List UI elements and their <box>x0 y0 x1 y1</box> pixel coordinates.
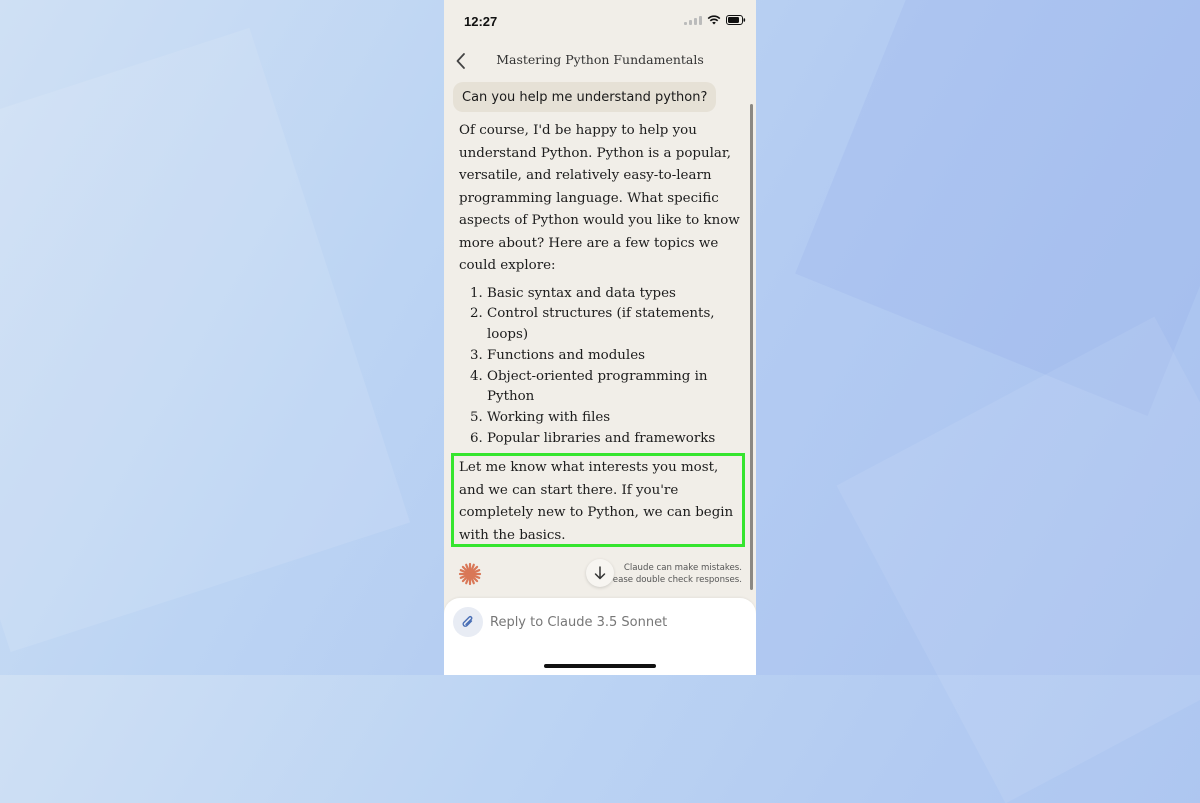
claude-logo-icon <box>458 562 482 586</box>
nav-bar: Mastering Python Fundamentals <box>444 44 756 78</box>
list-item: Popular libraries and frameworks <box>487 429 745 450</box>
background-shape <box>0 27 411 653</box>
composer <box>444 598 756 675</box>
wifi-icon <box>707 15 721 25</box>
background-shape <box>836 316 1200 803</box>
status-icons <box>684 15 746 25</box>
disclaimer-line: Claude can make mistakes. <box>623 563 742 573</box>
list-item: Working with files <box>487 408 745 429</box>
back-button[interactable] <box>448 48 474 74</box>
disclaimer-text: Claude can make mistakes. ease double ch… <box>592 562 742 586</box>
list-item: Functions and modules <box>487 346 745 367</box>
assistant-closing-text: Let me know what interests you most, and… <box>459 460 734 543</box>
disclaimer-line: ease double check responses. <box>612 575 742 585</box>
paperclip-icon <box>462 616 473 627</box>
signal-icon <box>684 15 702 25</box>
list-item: Object-oriented programming in Python <box>487 367 745 409</box>
list-item: Control structures (if statements, loops… <box>487 304 745 346</box>
reply-input[interactable] <box>490 610 730 634</box>
phone-screen: 12:27 Mastering Python Fundamentals Can … <box>444 0 756 675</box>
back-icon <box>456 53 465 69</box>
assistant-message: Of course, I'd be happy to help you unde… <box>459 120 745 450</box>
assistant-intro-text: Of course, I'd be happy to help you unde… <box>459 123 740 273</box>
list-item: Basic syntax and data types <box>487 284 745 305</box>
topic-list: Basic syntax and data types Control stru… <box>459 284 745 450</box>
status-time: 12:27 <box>464 14 498 29</box>
attach-button[interactable] <box>453 607 483 637</box>
status-bar: 12:27 <box>444 0 756 44</box>
user-message-bubble: Can you help me understand python? <box>453 82 717 112</box>
scrollbar[interactable] <box>750 104 753 590</box>
battery-icon <box>726 15 746 25</box>
chat-title: Mastering Python Fundamentals <box>496 52 704 67</box>
home-indicator[interactable] <box>544 664 656 668</box>
